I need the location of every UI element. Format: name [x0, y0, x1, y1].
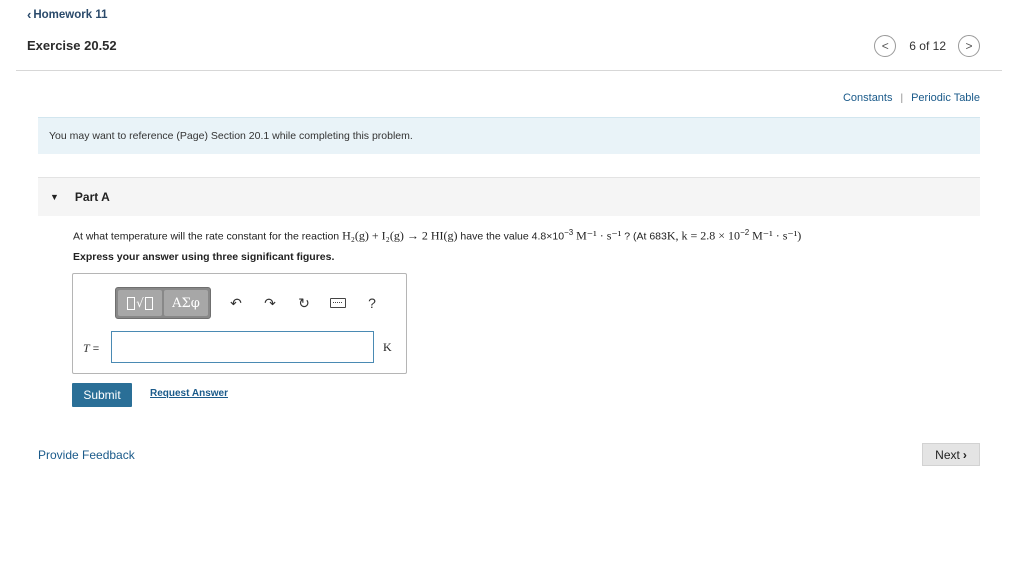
value-exponent: −3	[564, 228, 574, 237]
answer-unit: K	[383, 340, 392, 354]
chevron-right-icon: >	[965, 39, 973, 53]
template-box-icon	[127, 296, 136, 310]
next-button[interactable]: Next ›	[922, 443, 980, 466]
link-separator: |	[900, 92, 904, 104]
pager-count: 6 of 12	[909, 39, 946, 53]
question-mid: have the value 4.8×10	[460, 230, 565, 243]
math-toolbar: √ ΑΣφ ↶ ↷ ↻ ?	[115, 287, 381, 319]
reaction-equation: H₂(g) + I₂(g) → 2 HI(g)	[342, 228, 458, 243]
answer-instruction: Express your answer using three signific…	[73, 251, 335, 263]
reset-icon[interactable]: ↻	[295, 295, 313, 312]
undo-icon[interactable]: ↶	[227, 295, 245, 312]
given-rate-constant: K, k = 2.8 × 10	[666, 228, 741, 243]
periodic-table-link[interactable]: Periodic Table	[911, 92, 980, 104]
answer-panel: √ ΑΣφ ↶ ↷ ↻ ? T = K	[72, 273, 407, 374]
back-to-homework-link[interactable]: ‹ Homework 11	[27, 8, 108, 21]
variable-label: T =	[83, 341, 99, 356]
template-box-icon	[144, 296, 153, 310]
equals-sign: =	[92, 343, 100, 355]
header-divider	[16, 70, 1002, 71]
reference-text: You may want to reference (Page) Section…	[49, 130, 413, 142]
greek-symbols-button[interactable]: ΑΣφ	[164, 290, 208, 316]
collapse-triangle-icon: ▼	[50, 192, 59, 202]
question-intro: At what temperature will the rate consta…	[73, 230, 340, 243]
answer-input[interactable]	[111, 331, 374, 363]
question-text: At what temperature will the rate consta…	[73, 228, 801, 244]
next-button-label: Next	[935, 447, 960, 462]
chevron-right-icon: ›	[962, 447, 967, 462]
value-units: M⁻¹ · s⁻¹	[576, 228, 622, 243]
chevron-left-icon: ‹	[27, 7, 32, 22]
pager: < 6 of 12 >	[874, 35, 980, 57]
provide-feedback-link[interactable]: Provide Feedback	[38, 448, 135, 462]
keyboard-icon[interactable]	[329, 298, 347, 308]
chevron-left-icon: <	[881, 39, 889, 53]
reference-note: You may want to reference (Page) Section…	[38, 117, 980, 154]
utility-links: Constants | Periodic Table	[843, 92, 980, 104]
given-units: M⁻¹ · s⁻¹)	[752, 228, 802, 243]
given-exponent: −2	[740, 228, 750, 237]
back-link-label: Homework 11	[33, 8, 108, 21]
question-given-intro: ? (At 683	[624, 230, 667, 243]
submit-button[interactable]: Submit	[72, 383, 132, 407]
radical-icon: √	[136, 296, 144, 310]
previous-item-button[interactable]: <	[874, 35, 897, 57]
part-a-header[interactable]: ▼ Part A	[38, 177, 980, 216]
variable-symbol: T	[83, 341, 90, 355]
request-answer-link[interactable]: Request Answer	[150, 388, 228, 399]
next-item-button[interactable]: >	[958, 35, 980, 57]
part-label: Part A	[74, 190, 110, 204]
redo-icon[interactable]: ↷	[261, 295, 279, 312]
constants-link[interactable]: Constants	[843, 92, 893, 104]
help-icon[interactable]: ?	[363, 295, 381, 311]
page-title: Exercise 20.52	[27, 38, 117, 53]
toolbar-group: √ ΑΣφ	[115, 287, 211, 319]
templates-button[interactable]: √	[118, 290, 162, 316]
